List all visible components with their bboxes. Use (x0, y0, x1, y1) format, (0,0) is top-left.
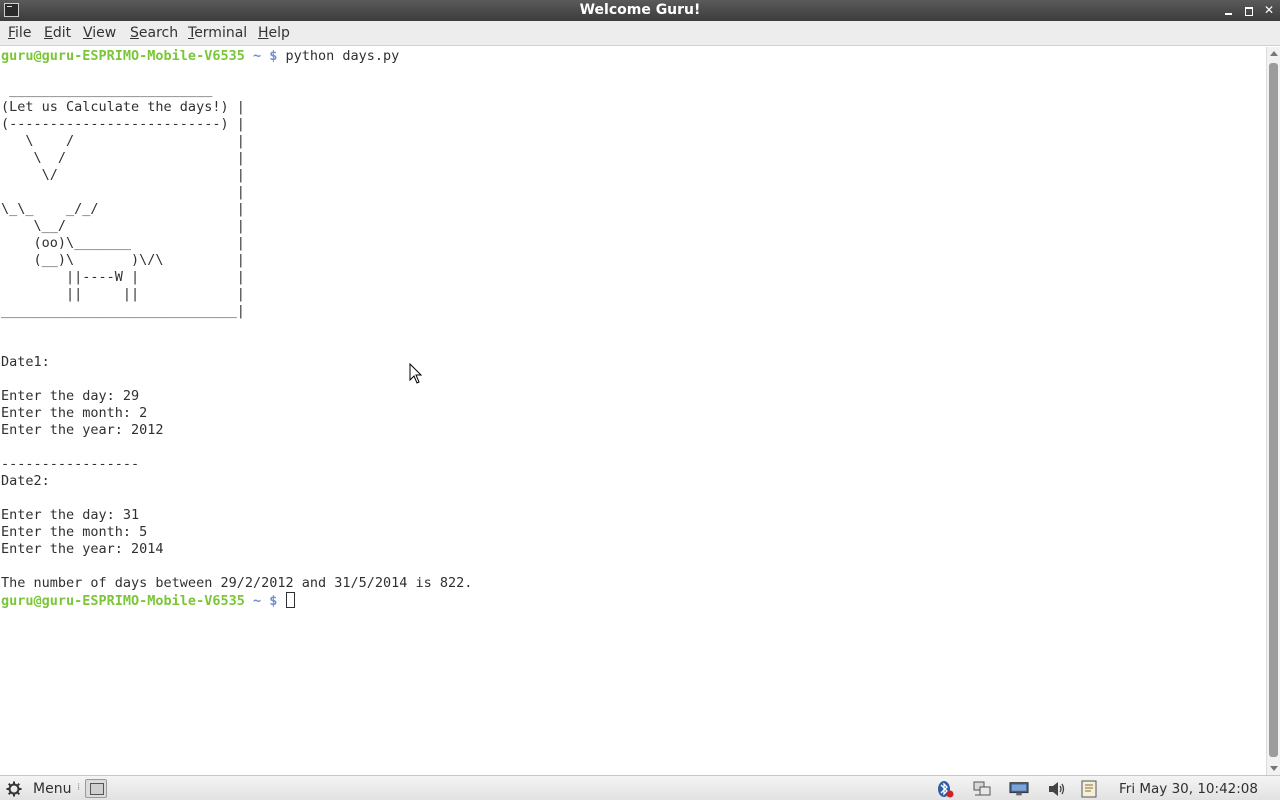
gear-icon (6, 781, 22, 797)
prompt-user: guru@guru-ESPRIMO-Mobile-V6535 (1, 593, 245, 609)
mouse-pointer-icon (409, 363, 423, 384)
art-line: ||----W | | (1, 269, 245, 285)
date2-day-line: Enter the day: 31 (1, 507, 140, 523)
date2-year-line: Enter the year: 2014 (1, 541, 164, 557)
window-titlebar[interactable]: Welcome Guru! ✕ (0, 0, 1280, 21)
menu-search[interactable]: Search (130, 25, 178, 42)
art-line: \_\_ _/_/ | (1, 201, 245, 217)
date2-month-line: Enter the month: 5 (1, 524, 148, 540)
scroll-thumb[interactable] (1269, 63, 1278, 757)
notes-icon[interactable] (1079, 780, 1099, 798)
art-line: _________________________ (1, 82, 213, 98)
date1-day-line: Enter the day: 29 (1, 388, 140, 404)
menu-search-accel: S (130, 25, 139, 41)
prompt-user: guru@guru-ESPRIMO-Mobile-V6535 (1, 48, 245, 64)
prompt-path: ~ $ (252, 593, 278, 609)
menu-edit-label: dit (52, 25, 72, 41)
prompt-path: ~ $ (252, 48, 278, 64)
close-button[interactable]: ✕ (1261, 2, 1277, 18)
terminal-scrollbar[interactable] (1266, 47, 1280, 775)
menubar: File Edit View Search Terminal Help (0, 21, 1280, 46)
current-prompt-line[interactable]: guru@guru-ESPRIMO-Mobile-V6535 ~ $ (1, 592, 295, 609)
start-menu-label: Menu (33, 781, 72, 797)
menu-terminal-label: erminal (194, 25, 248, 41)
art-line: _____________________________| (1, 303, 245, 319)
art-line: || || | (1, 286, 245, 302)
art-line: (oo)\_______ | (1, 235, 245, 251)
menu-file-accel: F (8, 25, 16, 41)
art-line: (__)\ )\/\ | (1, 252, 245, 268)
text-cursor (285, 592, 295, 608)
menu-file[interactable]: File (8, 25, 31, 42)
menu-edit-accel: E (44, 25, 53, 41)
maximize-button[interactable] (1241, 2, 1257, 18)
menu-edit[interactable]: Edit (44, 25, 71, 42)
taskbar-clock[interactable]: Fri May 30, 10:42:08 AM (1119, 779, 1280, 800)
menu-view-label: iew (92, 25, 117, 41)
menu-help[interactable]: Help (258, 25, 290, 42)
menu-file-label: ile (15, 25, 32, 41)
scroll-up-arrow-icon[interactable] (1270, 51, 1278, 56)
scroll-down-arrow-icon[interactable] (1270, 766, 1278, 771)
minimize-button[interactable] (1221, 2, 1237, 18)
window-title: Welcome Guru! (579, 2, 701, 18)
date1-month-line: Enter the month: 2 (1, 405, 148, 421)
volume-icon[interactable] (1047, 780, 1067, 798)
art-line: (--------------------------) | (1, 116, 245, 132)
command-text: python days.py (285, 48, 400, 64)
network-manager-icon[interactable] (972, 780, 992, 798)
menu-terminal[interactable]: Terminal (188, 25, 247, 42)
art-line: | (1, 184, 245, 200)
date2-header: Date2: (1, 473, 50, 489)
menu-view[interactable]: View (83, 25, 116, 42)
menu-search-label: earch (138, 25, 179, 41)
taskbar-separator: ⁞ (77, 782, 81, 793)
taskbar: Menu ⁞ Fri May 30, 10:42:08 AM (0, 775, 1280, 800)
bluetooth-icon[interactable] (935, 780, 955, 798)
date1-header: Date1: (1, 354, 50, 370)
art-line: \/ | (1, 167, 245, 183)
date1-year-line: Enter the year: 2012 (1, 422, 164, 438)
art-line: \ / | (1, 133, 245, 149)
menu-help-accel: H (258, 25, 269, 41)
art-line: (Let us Calculate the days!) | (1, 99, 245, 115)
menu-view-accel: V (83, 25, 93, 41)
result-line: The number of days between 29/2/2012 and… (1, 575, 473, 591)
taskbar-terminal-button[interactable] (85, 779, 107, 798)
art-line: \__/ | (1, 218, 245, 234)
prompt-line: guru@guru-ESPRIMO-Mobile-V6535 ~ $ pytho… (1, 48, 399, 65)
menu-help-label: elp (268, 25, 290, 41)
terminal-output[interactable]: guru@guru-ESPRIMO-Mobile-V6535 ~ $ pytho… (0, 47, 1266, 775)
separator-line: ----------------- (1, 456, 140, 472)
network-icon[interactable] (1009, 780, 1029, 798)
art-line: \ / | (1, 150, 245, 166)
